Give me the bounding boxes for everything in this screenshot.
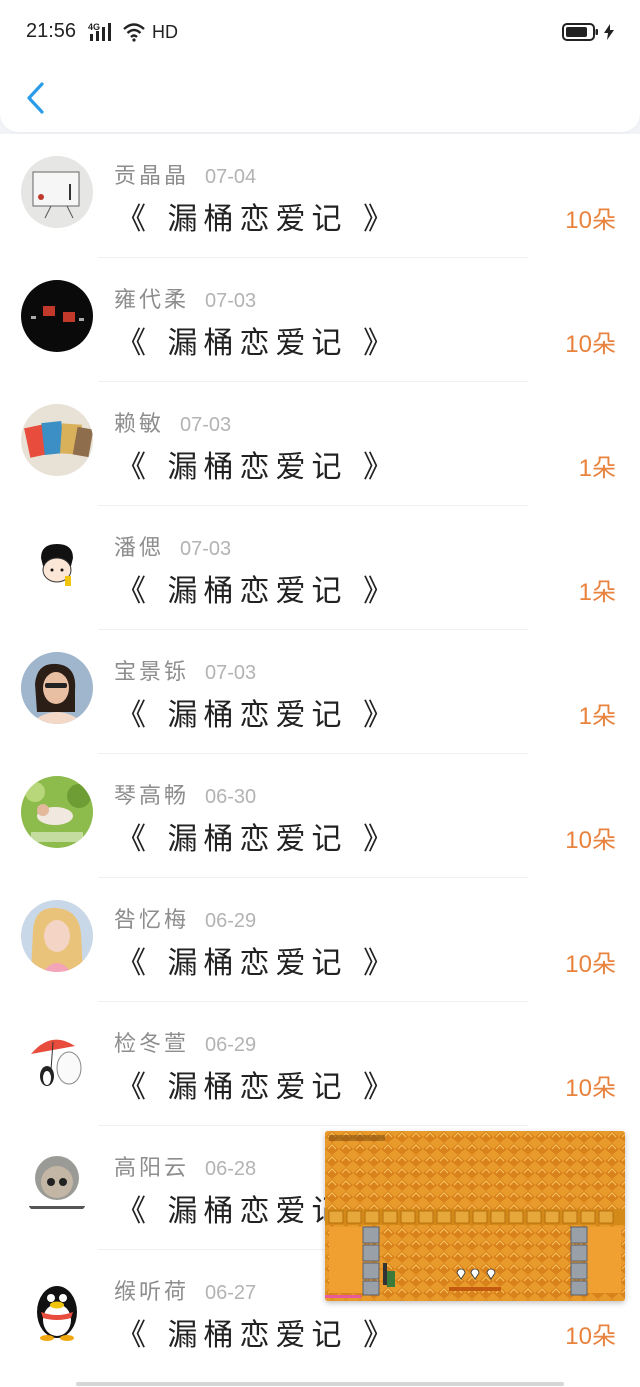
sender-name: 咎忆梅 <box>114 908 190 933</box>
flower-count: 10朵 <box>565 1323 616 1350</box>
status-bar: 21:56 4G HD <box>0 0 640 64</box>
status-icons: 4G HD <box>88 20 178 44</box>
name-row: 宝景铄 07-03 <box>114 654 257 685</box>
battery <box>562 22 614 42</box>
flower-count: 10朵 <box>565 1075 616 1102</box>
send-date: 07-03 <box>205 662 257 684</box>
floating-game-video[interactable] <box>325 1131 625 1301</box>
avatar <box>21 280 93 352</box>
book-title: 《 漏桶恋爱记 》 <box>116 698 400 733</box>
flower-count: 10朵 <box>565 951 616 978</box>
signal-icon: 4G <box>88 22 111 41</box>
book-title: 《 漏桶恋爱记 》 <box>116 946 400 981</box>
flower-count: 1朵 <box>578 703 616 730</box>
list-item[interactable]: 雍代柔 07-03 《 漏桶恋爱记 》 10朵 <box>0 258 640 382</box>
book-title: 《 漏桶恋爱记 》 <box>116 822 400 857</box>
scroll-indicator <box>76 1382 564 1386</box>
list-item[interactable]: 琴高畅 06-30 《 漏桶恋爱记 》 10朵 <box>0 754 640 878</box>
book-title: 《 漏桶恋爱记 》 <box>116 1070 400 1105</box>
flower-count: 10朵 <box>565 207 616 234</box>
avatar <box>21 776 93 848</box>
wifi-icon <box>123 23 145 42</box>
send-date: 07-03 <box>180 414 232 436</box>
name-row: 缑听荷 06-27 <box>114 1274 257 1305</box>
send-date: 07-04 <box>205 166 257 188</box>
book-title: 《 漏桶恋爱记 》 <box>116 326 400 361</box>
sender-name: 赖敏 <box>114 412 165 437</box>
flower-count: 1朵 <box>578 579 616 606</box>
send-date: 06-30 <box>205 786 257 808</box>
sender-name: 琴高畅 <box>114 784 190 809</box>
list-item[interactable]: 潘偲 07-03 《 漏桶恋爱记 》 1朵 <box>0 506 640 630</box>
book-title: 《 漏桶恋爱记 》 <box>116 202 400 237</box>
battery-icon <box>562 23 598 41</box>
list-item[interactable]: 咎忆梅 06-29 《 漏桶恋爱记 》 10朵 <box>0 878 640 1002</box>
sender-name: 高阳云 <box>114 1156 190 1181</box>
avatar <box>21 1272 93 1344</box>
send-date: 07-03 <box>180 538 232 560</box>
back-icon[interactable] <box>22 80 52 116</box>
avatar <box>21 1148 93 1220</box>
name-row: 雍代柔 07-03 <box>114 282 257 313</box>
charging-icon <box>604 24 614 40</box>
send-date: 06-27 <box>205 1282 257 1304</box>
list-item[interactable]: 宝景铄 07-03 《 漏桶恋爱记 》 1朵 <box>0 630 640 754</box>
header-bar <box>0 64 640 132</box>
list-item[interactable]: 赖敏 07-03 《 漏桶恋爱记 》 1朵 <box>0 382 640 506</box>
name-row: 琴高畅 06-30 <box>114 778 257 809</box>
sender-name: 宝景铄 <box>114 660 190 685</box>
name-row: 赖敏 07-03 <box>114 406 232 437</box>
list-item[interactable]: 检冬萱 06-29 《 漏桶恋爱记 》 10朵 <box>0 1002 640 1126</box>
sender-name: 贡晶晶 <box>114 164 190 189</box>
sender-name: 检冬萱 <box>114 1032 190 1057</box>
sender-name: 雍代柔 <box>114 288 190 313</box>
flower-count: 10朵 <box>565 827 616 854</box>
avatar <box>21 528 93 600</box>
name-row: 潘偲 07-03 <box>114 530 232 561</box>
name-row: 贡晶晶 07-04 <box>114 158 257 189</box>
name-row: 高阳云 06-28 <box>114 1150 257 1181</box>
list-item[interactable]: 贡晶晶 07-04 《 漏桶恋爱记 》 10朵 <box>0 134 640 258</box>
hd-label: HD <box>152 21 178 42</box>
sender-name: 缑听荷 <box>114 1280 190 1305</box>
avatar <box>21 900 93 972</box>
book-title: 《 漏桶恋爱记 》 <box>116 450 400 485</box>
sender-name: 潘偲 <box>114 536 165 561</box>
avatar <box>21 1024 93 1096</box>
network-label: 4G <box>88 22 100 32</box>
flower-count: 10朵 <box>565 331 616 358</box>
book-title: 《 漏桶恋爱记 》 <box>116 574 400 609</box>
send-date: 06-28 <box>205 1158 257 1180</box>
avatar <box>21 404 93 476</box>
send-date: 07-03 <box>205 290 257 312</box>
send-date: 06-29 <box>205 910 257 932</box>
qq-penguin-icon <box>21 1272 93 1344</box>
name-row: 检冬萱 06-29 <box>114 1026 257 1057</box>
avatar <box>21 652 93 724</box>
flower-count: 1朵 <box>578 455 616 482</box>
status-time: 21:56 <box>26 20 77 42</box>
send-date: 06-29 <box>205 1034 257 1056</box>
avatar <box>21 156 93 228</box>
book-title: 《 漏桶恋爱记 》 <box>116 1318 400 1353</box>
name-row: 咎忆梅 06-29 <box>114 902 257 933</box>
